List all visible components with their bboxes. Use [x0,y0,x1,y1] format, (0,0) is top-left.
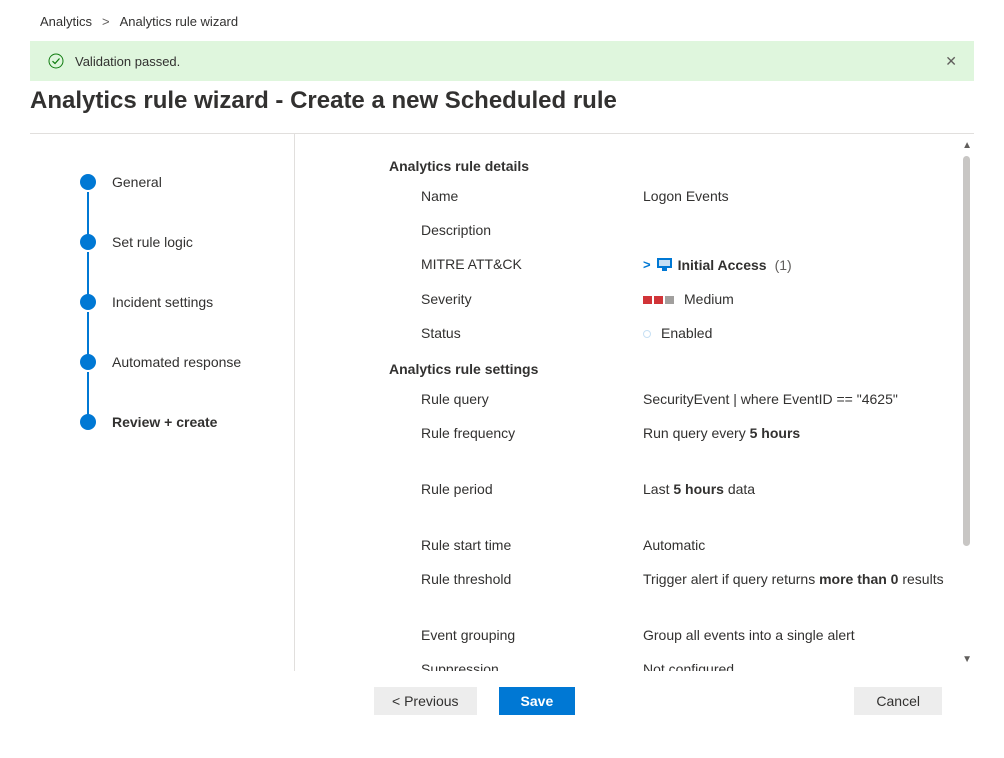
value-rule-threshold: Trigger alert if query returns more than… [643,571,944,587]
period-prefix: Last [643,481,673,497]
step-dot-icon [80,174,96,190]
label-rule-query: Rule query [421,391,643,407]
severity-bars-icon [643,296,674,304]
value-rule-query: SecurityEvent | where EventID == "4625" [643,391,944,407]
breadcrumb-current: Analytics rule wizard [120,14,239,29]
label-mitre: MITRE ATT&CK [421,256,643,273]
label-name: Name [421,188,643,204]
value-rule-start-time: Automatic [643,537,944,553]
chevron-right-icon: > [643,257,651,272]
status-dot-icon [643,330,651,338]
row-description: Description [421,222,944,238]
mitre-count: (1) [775,257,792,273]
row-rule-threshold: Rule threshold Trigger alert if query re… [421,571,944,587]
scrollbar-thumb[interactable] [963,156,970,546]
validation-message: Validation passed. [75,54,180,69]
label-severity: Severity [421,291,643,307]
value-suppression: Not configured [643,661,944,672]
breadcrumb: Analytics > Analytics rule wizard [12,8,992,41]
step-automated-response[interactable]: Automated response [80,354,274,370]
validation-banner: Validation passed. ✕ [30,41,974,81]
tactic-icon [657,258,672,271]
freq-bold: 5 hours [750,425,801,441]
row-status: Status Enabled [421,325,944,341]
label-event-grouping: Event grouping [421,627,643,643]
step-general[interactable]: General [80,174,274,190]
label-rule-period: Rule period [421,481,643,497]
value-mitre: > Initial Access (1) [643,256,944,273]
step-label: Review + create [112,414,217,430]
step-dot-icon [80,234,96,250]
severity-text: Medium [684,291,734,307]
cancel-button[interactable]: Cancel [854,687,942,715]
step-incident-settings[interactable]: Incident settings [80,294,274,310]
value-rule-frequency: Run query every 5 hours [643,425,944,441]
label-rule-start-time: Rule start time [421,537,643,553]
step-dot-icon [80,354,96,370]
label-description: Description [421,222,643,238]
scroll-up-icon[interactable]: ▲ [962,140,972,151]
row-rule-frequency: Rule frequency Run query every 5 hours [421,425,944,441]
breadcrumb-separator-icon: > [102,14,110,29]
freq-prefix: Run query every [643,425,750,441]
wizard-steps: General Set rule logic Incident settings… [30,134,295,671]
label-rule-frequency: Rule frequency [421,425,643,441]
step-label: Set rule logic [112,234,193,250]
row-severity: Severity Medium [421,291,944,307]
save-button[interactable]: Save [499,687,576,715]
value-name: Logon Events [643,188,944,204]
check-circle-icon [47,52,65,70]
step-review-create[interactable]: Review + create [80,414,274,430]
mitre-tactic-name: Initial Access [678,257,767,273]
row-event-grouping: Event grouping Group all events into a s… [421,627,944,643]
wizard-footer: < Previous Save Cancel [12,671,992,731]
thresh-bold: more than 0 [819,571,898,587]
step-set-rule-logic[interactable]: Set rule logic [80,234,274,250]
row-rule-start-time: Rule start time Automatic [421,537,944,553]
period-suffix: data [724,481,755,497]
row-rule-query: Rule query SecurityEvent | where EventID… [421,391,944,407]
value-severity: Medium [643,291,944,307]
previous-button[interactable]: < Previous [374,687,477,715]
mitre-tactic[interactable]: > Initial Access (1) [643,257,792,273]
value-event-grouping: Group all events into a single alert [643,627,944,643]
step-dot-icon [80,414,96,430]
wizard-content: General Set rule logic Incident settings… [30,133,974,671]
breadcrumb-root[interactable]: Analytics [40,14,92,29]
period-bold: 5 hours [673,481,724,497]
step-label: Incident settings [112,294,213,310]
step-dot-icon [80,294,96,310]
label-rule-threshold: Rule threshold [421,571,643,587]
row-mitre: MITRE ATT&CK > Initial Access (1) [421,256,944,273]
review-details: Analytics rule details Name Logon Events… [295,134,974,671]
page-title: Analytics rule wizard - Create a new Sch… [12,87,992,133]
row-suppression: Suppression Not configured [421,661,944,672]
value-description [643,222,944,238]
label-suppression: Suppression [421,661,643,672]
section-header-details: Analytics rule details [389,158,944,174]
step-label: General [112,174,162,190]
section-header-settings: Analytics rule settings [389,361,944,377]
row-name: Name Logon Events [421,188,944,204]
value-status: Enabled [643,325,944,341]
scroll-down-icon[interactable]: ▼ [962,654,972,665]
value-rule-period: Last 5 hours data [643,481,944,497]
thresh-suffix: results [898,571,943,587]
step-label: Automated response [112,354,241,370]
close-icon[interactable]: ✕ [945,53,957,70]
label-status: Status [421,325,643,341]
thresh-prefix: Trigger alert if query returns [643,571,819,587]
row-rule-period: Rule period Last 5 hours data [421,481,944,497]
status-text: Enabled [661,325,712,341]
